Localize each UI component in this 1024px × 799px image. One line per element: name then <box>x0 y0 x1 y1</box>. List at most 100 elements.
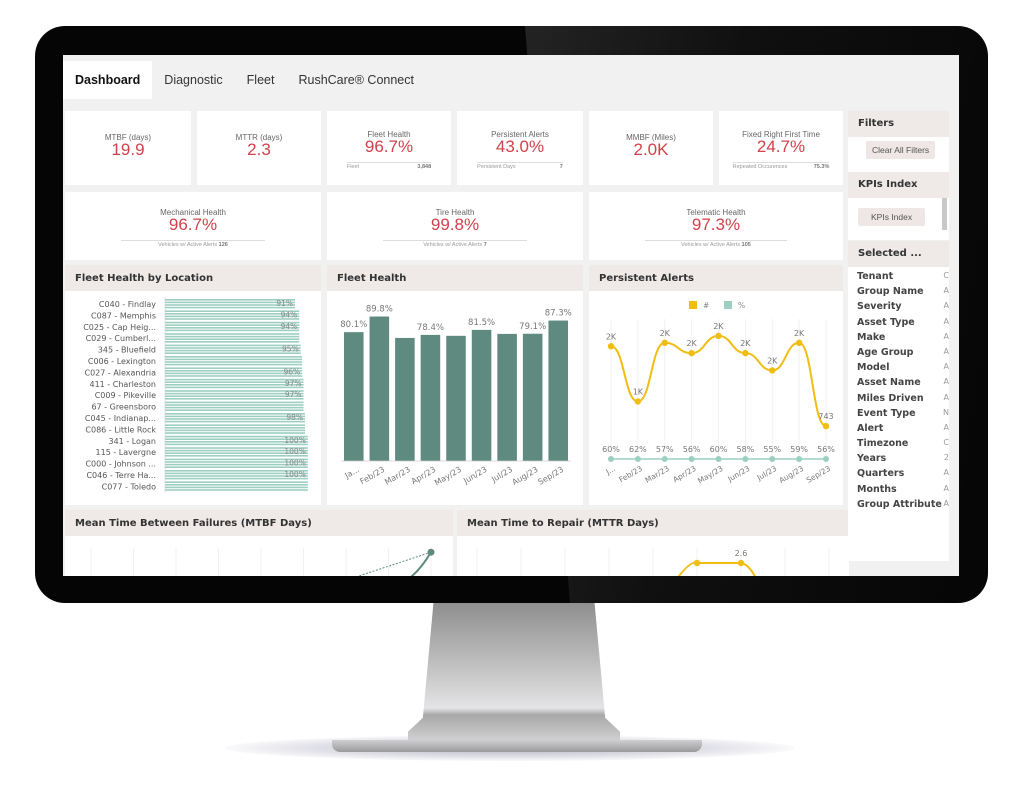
kpi-mttr[interactable]: MTTR (days) 2.3 <box>197 111 321 185</box>
x-tick-label: Jun/23 <box>461 465 488 486</box>
panel-title: Persistent Alerts <box>589 265 843 291</box>
bar <box>165 413 305 415</box>
data-label: 2K <box>794 329 805 338</box>
kpi-value: 97.3% <box>691 215 741 234</box>
fleet-health-chart: 80.1%Ja...89.8%Feb/23Mar/2378.4%Apr/23Ma… <box>340 305 571 488</box>
selected-filter-row[interactable]: Group Name A <box>857 286 949 301</box>
data-label: 98% <box>286 413 303 422</box>
kpi-value: 2.3 <box>247 140 271 159</box>
kpis-index-title: KPIs Index <box>848 172 949 198</box>
dashboard-screen: Dashboard Diagnostic Fleet RushCare® Con… <box>63 55 959 576</box>
selected-filter-row[interactable]: Months A <box>857 484 949 499</box>
count-point <box>661 339 668 347</box>
category-label: C025 - Cap Heig... <box>83 323 156 332</box>
selected-filter-row[interactable]: Age Group A <box>857 347 949 362</box>
category-label: 411 - Charleston <box>89 380 156 389</box>
percent-point <box>796 456 803 462</box>
selected-filter-row[interactable]: Group Attribute A <box>857 499 949 514</box>
count-point <box>634 398 642 405</box>
data-label: 100% <box>284 459 305 468</box>
bar <box>497 333 517 461</box>
bar <box>165 349 301 352</box>
selected-filter-row[interactable]: Asset Type A <box>857 317 949 332</box>
filter-value: A <box>943 362 949 372</box>
selected-filter-row[interactable]: Quarters A <box>857 468 949 483</box>
bar <box>165 381 304 383</box>
bar <box>165 333 300 335</box>
percent-point <box>769 456 776 462</box>
filter-key: Group Attribute <box>857 498 942 510</box>
kpi-sub-label: Vehicles w/ Active Alerts <box>423 242 483 248</box>
tab-rushcare-connect[interactable]: RushCare® Connect <box>286 61 426 99</box>
tab-dashboard[interactable]: Dashboard <box>63 61 153 99</box>
kpi-fleet-health[interactable]: Fleet Health 96.7% Fleet 3,848 <box>327 111 451 185</box>
filter-key: Age Group <box>857 346 914 358</box>
bar <box>165 358 303 361</box>
category-label: 345 - Bluefield <box>98 346 156 355</box>
kpi-fixed-right-first-time[interactable]: Fixed Right First Time 24.7% Repeated Oc… <box>719 111 843 185</box>
filter-key: Tenant <box>857 271 894 282</box>
bar <box>165 406 304 409</box>
kpis-index-button[interactable]: KPIs Index <box>858 208 926 226</box>
kpi-persistent-alerts[interactable]: Persistent Alerts 43.0% Persistent Days 7 <box>457 111 583 185</box>
selected-filter-row[interactable]: Alert A <box>857 423 949 438</box>
kpi-tire-health[interactable]: Tire Health 99.8% Vehicles w/ Active Ale… <box>327 192 583 260</box>
kpi-value: 96.7% <box>168 215 218 234</box>
filter-value: A <box>943 377 949 387</box>
selected-filter-row[interactable]: Miles Driven A <box>857 393 949 408</box>
filter-value: N <box>943 407 949 417</box>
filter-key: Miles Driven <box>857 392 924 404</box>
filter-value: A <box>943 392 949 402</box>
bar <box>165 352 301 354</box>
selected-filter-row[interactable]: Years 2 <box>857 453 949 468</box>
selected-filter-row[interactable]: Timezone C <box>857 438 949 453</box>
bar <box>369 316 390 461</box>
selected-filter-row[interactable]: Tenant C <box>857 271 949 286</box>
selected-filter-row[interactable]: Make A <box>857 332 949 347</box>
filter-key: Timezone <box>857 438 909 450</box>
data-label: 89.8% <box>366 305 393 315</box>
filter-key: Severity <box>857 301 902 313</box>
bar <box>165 367 303 369</box>
data-label: 80.1% <box>340 320 367 330</box>
category-label: 115 - Lavergne <box>96 448 157 457</box>
x-tick-label: Jun/23 <box>725 464 751 484</box>
selected-filter-row[interactable]: Severity A <box>857 301 949 316</box>
kpi-mtbf[interactable]: MTBF (days) 19.9 <box>65 111 191 185</box>
data-label: 2K <box>713 322 724 331</box>
category-label: C040 - Findlay <box>99 300 156 309</box>
monitor-mockup: Dashboard Diagnostic Fleet RushCare® Con… <box>0 0 1024 799</box>
clear-all-filters-button[interactable]: Clear All Filters <box>866 141 936 159</box>
bar <box>165 370 303 372</box>
scrollbar-thumb[interactable] <box>942 198 947 230</box>
kpi-value: 2.0K <box>633 140 669 159</box>
data-label: 81.5% <box>468 318 495 328</box>
legend-label: % <box>738 301 745 310</box>
category-label: C009 - Pikeville <box>95 391 156 400</box>
bar <box>165 313 300 315</box>
data-label: 94% <box>281 310 298 319</box>
tab-fleet[interactable]: Fleet <box>235 61 287 99</box>
persistent-alerts-chart: # % 2K 1K 2K 2K 2K 2K 2K 2K 743 60% J... 62% Feb/23 57%… <box>602 301 835 486</box>
selected-title: Selected ... <box>848 241 949 267</box>
bar <box>165 335 300 338</box>
panel-persistent-alerts: Persistent Alerts #% 2K 1K 2K 2K 2K 2K 2K 2K 743 6… <box>589 265 843 505</box>
filter-value: A <box>943 286 949 296</box>
percent-point <box>661 456 668 462</box>
x-tick-label: Sep/23 <box>805 464 832 485</box>
kpi-subtitle: Vehicles w/ Active Alerts 126 <box>121 240 265 248</box>
selected-filter-row[interactable]: Asset Name A <box>857 377 949 392</box>
kpi-telematic-health[interactable]: Telematic Health 97.3% Vehicles w/ Activ… <box>589 192 843 260</box>
kpis-index-section: KPIs Index KPIs Index <box>848 172 949 240</box>
kpi-mechanical-health[interactable]: Mechanical Health 96.7% Vehicles w/ Acti… <box>65 192 321 260</box>
kpi-mmbf[interactable]: MMBF (Miles) 2.0K <box>589 111 713 185</box>
kpi-sub-value: 126 <box>218 242 228 248</box>
data-label: 95% <box>282 345 299 354</box>
selected-filter-row[interactable]: Model A <box>857 362 949 377</box>
x-tick-label: J... <box>604 464 617 477</box>
data-label: 56% <box>683 445 701 454</box>
bar <box>165 481 308 483</box>
selected-filter-row[interactable]: Event Type N <box>857 408 949 423</box>
tab-diagnostic[interactable]: Diagnostic <box>152 61 234 99</box>
kpi-sub-label: Vehicles w/ Active Alerts <box>681 242 741 248</box>
